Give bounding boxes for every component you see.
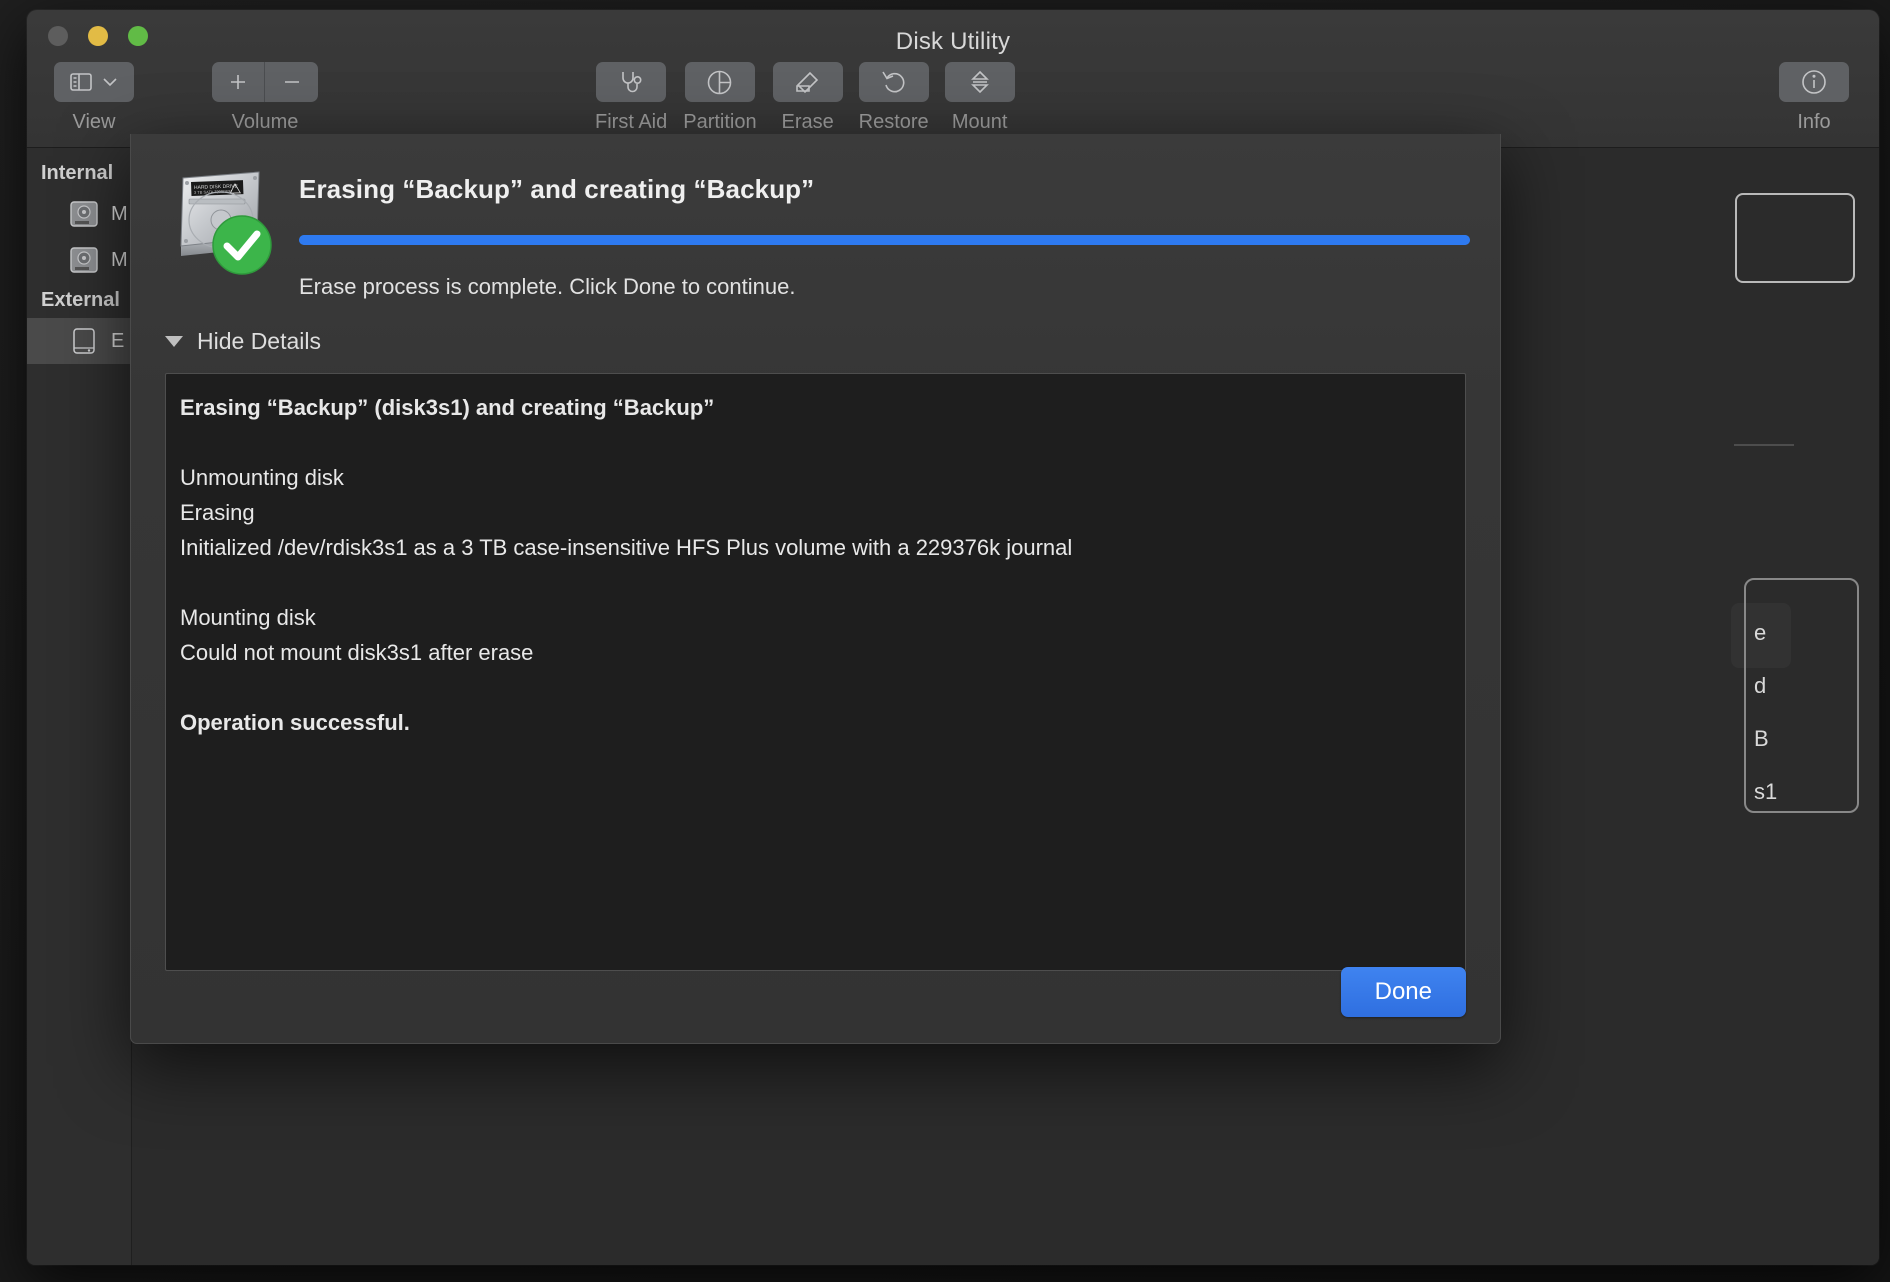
- log-line: Could not mount disk3s1 after erase: [180, 640, 534, 665]
- view-label: View: [72, 111, 116, 133]
- log-line: Erasing: [180, 500, 255, 525]
- sidebar-section-internal-header: Internal: [41, 162, 114, 184]
- disk-info-value-4: s1: [1754, 779, 1778, 804]
- view-button[interactable]: [54, 62, 134, 102]
- internal-disk-icon: [70, 247, 98, 273]
- disk-info-value-2: d: [1754, 673, 1767, 698]
- sidebar-item-external-1[interactable]: E: [27, 318, 131, 364]
- erase-control[interactable]: Erase: [772, 62, 843, 134]
- sidebar-item-internal-1[interactable]: M: [27, 191, 131, 237]
- internal-disk-icon: [70, 201, 98, 227]
- sidebar-icon: [70, 73, 92, 91]
- info-label: Info: [1797, 111, 1831, 133]
- erase-log-textarea[interactable]: Erasing “Backup” (disk3s1) and creating …: [165, 373, 1466, 971]
- first-aid-label: First Aid: [595, 111, 668, 133]
- sheet-status-text: Erase process is complete. Click Done to…: [299, 274, 796, 299]
- sidebar-item-label: M: [111, 202, 128, 225]
- partition-button[interactable]: [684, 62, 755, 102]
- add-volume-button[interactable]: [212, 62, 265, 102]
- restore-button[interactable]: [858, 62, 929, 102]
- volume-control: Volume: [212, 62, 318, 134]
- pane-divider: [1734, 444, 1794, 446]
- log-line-blank: [180, 425, 1451, 460]
- info-circle-icon: [1802, 70, 1826, 94]
- sheet-footer: Done: [1340, 967, 1466, 1017]
- window-title: Disk Utility: [895, 28, 1011, 55]
- volume-label: Volume: [231, 111, 299, 133]
- mount-eject-icon: [970, 70, 989, 94]
- log-line: Operation successful.: [180, 710, 410, 735]
- sidebar-item-internal-2[interactable]: M: [27, 237, 131, 283]
- toolbar-actions: First Aid Partition Erase Restore Mount: [595, 62, 1015, 134]
- log-line: Unmounting disk: [180, 465, 344, 490]
- disk-info-list: e d B s1: [1744, 578, 1859, 813]
- success-check-badge-icon: [212, 215, 272, 275]
- sheet-header: HARD DISK DRIVE 3 TB SATA 7200RPM Erasin…: [131, 134, 1500, 300]
- disk-info-value-3: B: [1754, 726, 1769, 751]
- mount-control[interactable]: Mount: [944, 62, 1015, 134]
- remove-volume-button[interactable]: [265, 62, 318, 102]
- info-button[interactable]: [1779, 62, 1849, 102]
- device-sidebar: Internal M M External E: [27, 148, 132, 1265]
- window-titlebar: Disk Utility View Volume First Aid Parti…: [27, 10, 1879, 148]
- sidebar-section-external-header: External: [41, 289, 120, 311]
- erase-progress-sheet: HARD DISK DRIVE 3 TB SATA 7200RPM Erasin…: [130, 134, 1501, 1044]
- disk-info-value-1: e: [1754, 620, 1767, 645]
- mount-label: Mount: [951, 111, 1008, 133]
- first-aid-control[interactable]: First Aid: [595, 62, 667, 134]
- disk-capacity-diagram: [1735, 193, 1855, 283]
- minus-icon: [284, 81, 299, 83]
- pie-chart-icon: [708, 70, 732, 94]
- hide-details-toggle[interactable]: Hide Details: [165, 328, 321, 355]
- partition-control[interactable]: Partition: [683, 62, 757, 134]
- restore-control[interactable]: Restore: [859, 62, 929, 134]
- erase-label: Erase: [781, 111, 834, 133]
- first-aid-button[interactable]: [596, 62, 667, 102]
- erase-button[interactable]: [772, 62, 843, 102]
- disk-utility-window: Disk Utility View Volume First Aid Parti…: [27, 10, 1879, 1265]
- mount-button[interactable]: [944, 62, 1015, 102]
- erase-progress-bar: [299, 235, 1470, 245]
- partition-label: Partition: [683, 111, 757, 133]
- restore-label: Restore: [858, 111, 929, 133]
- hard-disk-icon-with-success-badge: HARD DISK DRIVE 3 TB SATA 7200RPM: [165, 162, 277, 275]
- erase-icon: [795, 71, 818, 94]
- triangle-down-icon: [165, 336, 183, 347]
- info-control[interactable]: Info: [1779, 62, 1849, 134]
- log-line: Mounting disk: [180, 605, 316, 630]
- erase-progress-fill: [299, 235, 1470, 245]
- chevron-down-icon: [103, 78, 117, 87]
- plus-icon: [231, 75, 245, 89]
- external-disk-icon: [73, 328, 95, 354]
- log-line-blank: [180, 565, 1451, 600]
- log-line: Initialized /dev/rdisk3s1 as a 3 TB case…: [180, 535, 1073, 560]
- sheet-title: Erasing “Backup” and creating “Backup”: [299, 174, 815, 204]
- log-line-blank: [180, 670, 1451, 705]
- stethoscope-icon: [622, 72, 642, 93]
- done-button[interactable]: Done: [1340, 967, 1466, 1017]
- view-control[interactable]: View: [54, 62, 134, 134]
- log-line: Erasing “Backup” (disk3s1) and creating …: [180, 395, 715, 420]
- sidebar-item-label: E: [111, 329, 125, 352]
- sidebar-item-label: M: [111, 248, 128, 271]
- sheet-body: Erasing “Backup” and creating “Backup” E…: [277, 162, 1470, 300]
- hide-details-label: Hide Details: [197, 328, 321, 354]
- undo-arrow-icon: [881, 71, 905, 93]
